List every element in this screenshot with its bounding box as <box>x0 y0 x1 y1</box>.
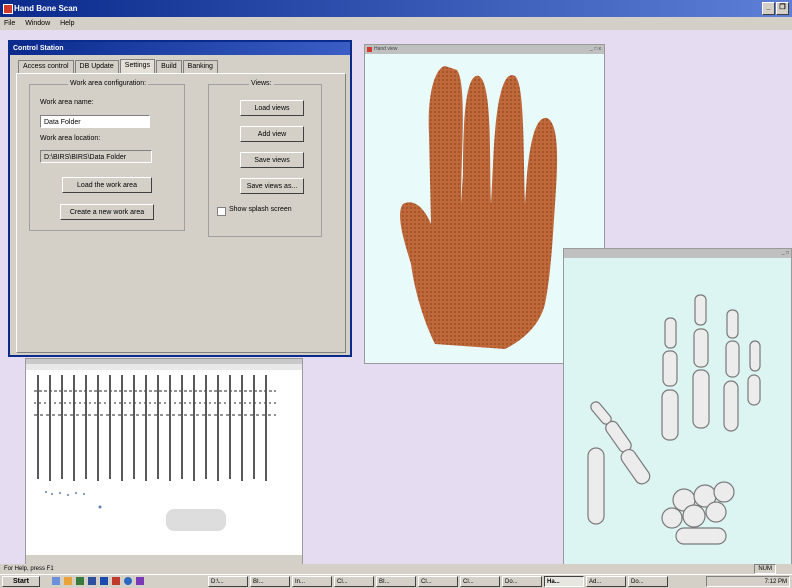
clock: 7:12 PM <box>764 579 787 585</box>
app-icon <box>3 4 13 14</box>
app-title: Hand Bone Scan <box>14 4 78 13</box>
create-work-area-button[interactable]: Create a new work area <box>60 204 154 220</box>
window-controls: _ ❐ <box>762 2 789 15</box>
task-button[interactable]: BI... <box>250 576 290 587</box>
work-area-name-label: Work area name: <box>40 99 94 106</box>
work-area-name-input[interactable]: Data Folder <box>40 115 150 128</box>
task-button[interactable]: Cl... <box>418 576 458 587</box>
menu-help[interactable]: Help <box>60 20 74 27</box>
system-tray: 7:12 PM <box>706 576 790 587</box>
num-lock-indicator: NUM <box>754 564 776 574</box>
tab-strip: Access control DB Update Settings Build … <box>18 59 219 73</box>
task-button-active[interactable]: Ha... <box>544 576 584 587</box>
task-button[interactable]: Ad... <box>586 576 626 587</box>
task-button[interactable]: D:\... <box>208 576 248 587</box>
task-button[interactable]: Do... <box>628 576 668 587</box>
task-button[interactable]: In... <box>292 576 332 587</box>
load-work-area-button[interactable]: Load the work area <box>62 177 152 193</box>
menu-window[interactable]: Window <box>25 20 50 27</box>
work-area-group-label: Work area configuration: <box>68 80 149 87</box>
app-title-bar: Hand Bone Scan _ ❐ <box>0 0 792 17</box>
load-views-button[interactable]: Load views <box>240 100 304 116</box>
hand-view-title: Hand view <box>374 46 398 52</box>
hand-view-icon <box>367 47 372 52</box>
bones <box>587 294 761 545</box>
views-group: Views: Load views Add view Save views Sa… <box>208 80 322 237</box>
control-station-title: Control Station <box>10 42 350 55</box>
restore-button[interactable]: ❐ <box>776 2 789 15</box>
menu-file[interactable]: File <box>4 20 15 27</box>
views-group-label: Views: <box>249 80 274 87</box>
tab-banking[interactable]: Banking <box>182 60 218 73</box>
hand-skeleton-model[interactable] <box>564 258 791 567</box>
hand-view-controls[interactable]: _ □ x <box>590 46 601 52</box>
quicklaunch-word-icon[interactable] <box>88 577 96 585</box>
work-area-location-label: Work area location: <box>40 135 101 142</box>
status-text: For Help, press F1 <box>4 566 54 572</box>
quicklaunch-desktop-icon[interactable] <box>52 577 60 585</box>
quicklaunch-play-icon[interactable] <box>136 577 144 585</box>
quicklaunch-help-icon[interactable] <box>124 577 132 585</box>
save-views-button[interactable]: Save views <box>240 152 304 168</box>
task-button[interactable]: Cl... <box>460 576 500 587</box>
tab-settings[interactable]: Settings <box>119 59 156 73</box>
signal-plot[interactable] <box>26 359 302 567</box>
task-button[interactable]: Do... <box>502 576 542 587</box>
start-button[interactable]: Start <box>2 576 40 587</box>
skeleton-view-title-bar: _ □ <box>564 249 791 258</box>
hand-view-title-bar: Hand view _ □ x <box>365 45 604 54</box>
tab-db-update[interactable]: DB Update <box>74 60 119 73</box>
splash-screen-checkbox[interactable] <box>217 207 226 216</box>
save-views-as-button[interactable]: Save views as... <box>240 178 304 194</box>
quicklaunch-outlook-icon[interactable] <box>100 577 108 585</box>
quicklaunch-media-icon[interactable] <box>112 577 120 585</box>
skeleton-view-controls[interactable]: _ □ <box>782 250 789 256</box>
tab-build[interactable]: Build <box>156 60 182 73</box>
quicklaunch-ie-icon[interactable] <box>64 577 72 585</box>
splash-screen-label: Show splash screen <box>229 206 292 213</box>
signal-view-window <box>25 358 303 568</box>
hand-shape <box>400 66 558 349</box>
add-view-button[interactable]: Add view <box>240 126 304 142</box>
task-button[interactable]: Cl... <box>334 576 374 587</box>
menu-bar: File Window Help <box>0 17 792 30</box>
work-area-group: Work area configuration: Work area name:… <box>29 80 185 231</box>
status-bar: For Help, press F1 NUM <box>0 564 792 574</box>
start-label: Start <box>13 578 29 585</box>
quicklaunch-explorer-icon[interactable] <box>76 577 84 585</box>
tab-access-control[interactable]: Access control <box>18 60 74 73</box>
work-area-location-field: D:\BIRS\BIRS\Data Folder <box>40 150 152 163</box>
task-button[interactable]: BI... <box>376 576 416 587</box>
minimize-button[interactable]: _ <box>762 2 775 15</box>
taskbar: Start D:\... BI... In... Cl... BI... Cl.… <box>0 574 792 588</box>
control-station-window: Control Station Access control DB Update… <box>8 40 352 357</box>
skeleton-view-window: _ □ <box>563 248 792 568</box>
settings-panel: Work area configuration: Work area name:… <box>16 73 346 353</box>
